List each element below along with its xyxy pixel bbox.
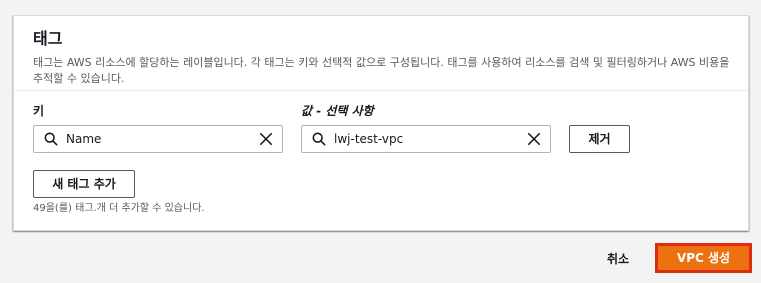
tag-key-value: Name	[66, 132, 102, 146]
page: 태그 태그는 AWS 리소스에 할당하는 레이블입니다. 각 태그는 키와 선택…	[0, 0, 761, 283]
remove-tag-button[interactable]: 제거	[569, 125, 630, 153]
close-icon[interactable]	[527, 132, 541, 146]
panel-title: 태그	[33, 29, 63, 48]
tags-panel-header: 태그 태그는 AWS 리소스에 할당하는 레이블입니다. 각 태그는 키와 선택…	[14, 16, 748, 91]
value-label: 값 - 선택 사항	[301, 104, 374, 118]
tag-value-input[interactable]: lwj-test-vpc	[301, 125, 551, 153]
tag-key-input[interactable]: Name	[33, 125, 283, 153]
add-tag-button[interactable]: 새 태그 추가	[33, 170, 135, 198]
panel-description: 태그는 AWS 리소스에 할당하는 레이블입니다. 각 태그는 키와 선택적 값…	[33, 56, 730, 85]
search-icon	[44, 132, 58, 146]
tag-value-value: lwj-test-vpc	[334, 132, 404, 146]
cancel-button[interactable]: 취소	[607, 250, 629, 267]
close-icon[interactable]	[259, 132, 273, 146]
create-vpc-button[interactable]: VPC 생성	[658, 246, 749, 270]
key-label: 키	[33, 104, 45, 118]
search-icon	[312, 132, 326, 146]
tags-panel: 태그 태그는 AWS 리소스에 할당하는 레이블입니다. 각 태그는 키와 선택…	[13, 15, 749, 231]
remaining-tags-hint: 49을(를) 태그.개 더 추가할 수 있습니다.	[33, 203, 205, 214]
create-vpc-highlight: VPC 생성	[655, 243, 752, 273]
